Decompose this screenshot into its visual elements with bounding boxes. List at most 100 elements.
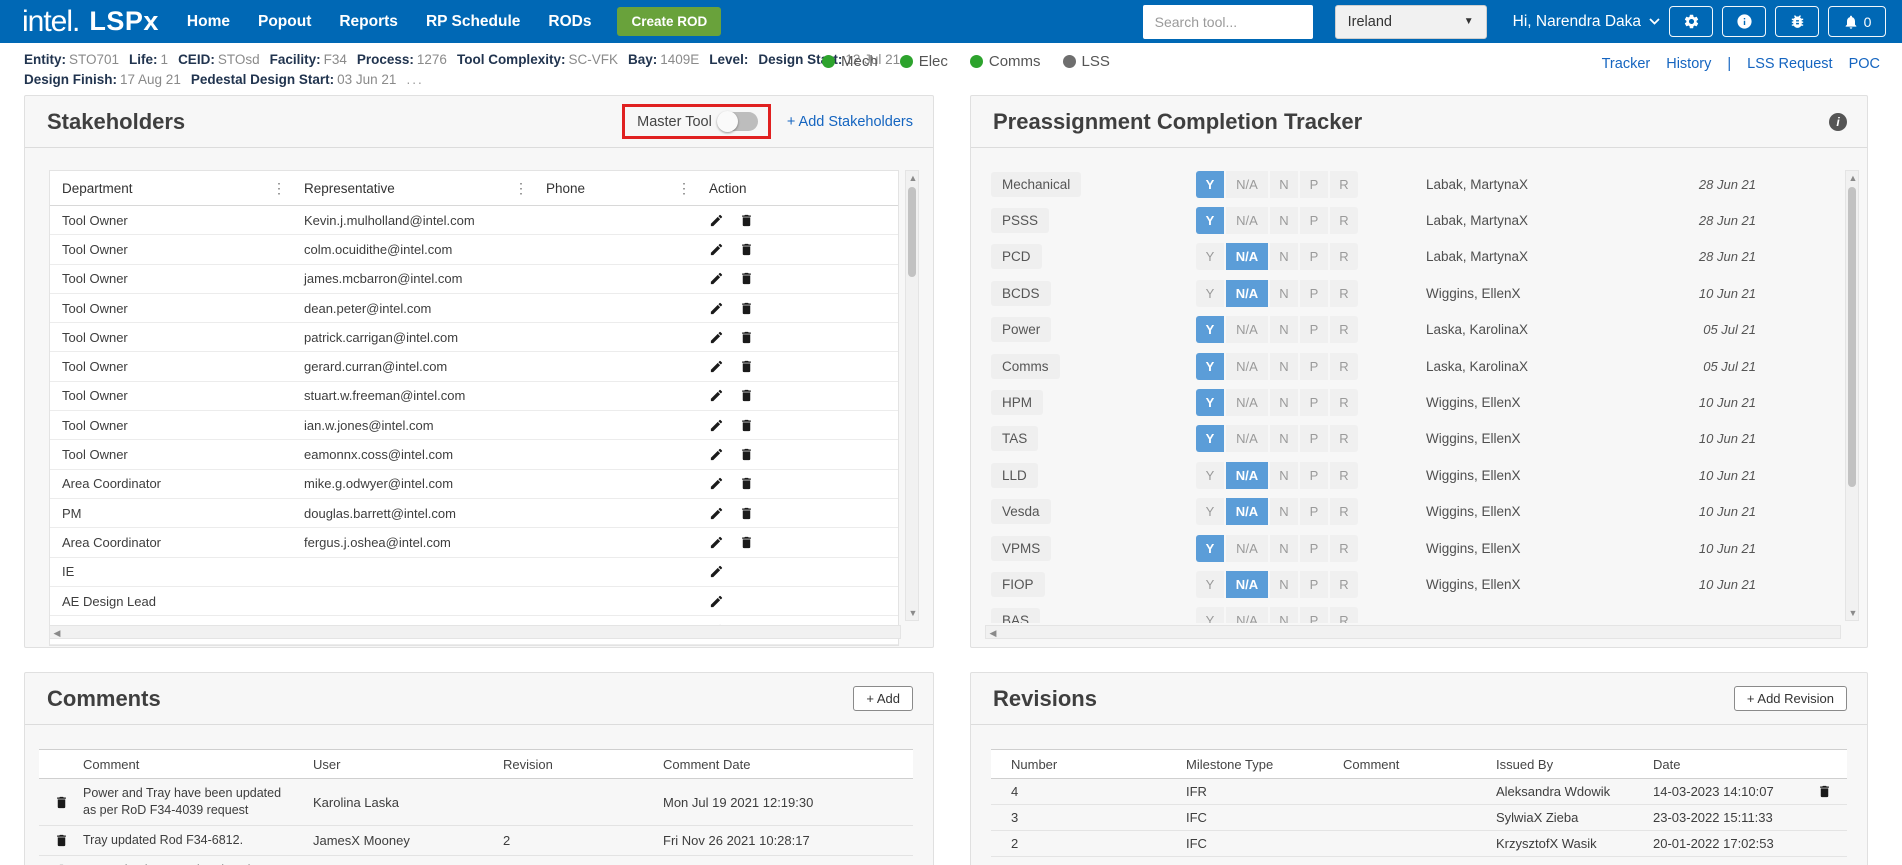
- status-option-n[interactable]: N: [1270, 535, 1298, 562]
- delete-icon[interactable]: [739, 506, 754, 521]
- status-option-r[interactable]: R: [1330, 498, 1358, 525]
- status-option-n[interactable]: N: [1270, 607, 1298, 623]
- edit-icon[interactable]: [709, 213, 724, 228]
- status-option-n-a[interactable]: N/A: [1226, 280, 1268, 307]
- status-option-y[interactable]: Y: [1196, 353, 1224, 380]
- edit-icon[interactable]: [709, 564, 724, 579]
- delete-icon[interactable]: [739, 476, 754, 491]
- scroll-up-arrow[interactable]: ▲: [906, 171, 920, 185]
- status-option-p[interactable]: P: [1300, 171, 1328, 198]
- status-option-n-a[interactable]: N/A: [1226, 607, 1268, 623]
- status-option-n-a[interactable]: N/A: [1226, 462, 1268, 489]
- status-option-y[interactable]: Y: [1196, 243, 1224, 270]
- status-option-y[interactable]: Y: [1196, 207, 1224, 234]
- column-menu-icon[interactable]: ⋮: [508, 180, 534, 197]
- status-option-p[interactable]: P: [1300, 607, 1328, 623]
- scrollbar-thumb[interactable]: [908, 187, 916, 277]
- status-option-n[interactable]: N: [1270, 280, 1298, 307]
- status-option-r[interactable]: R: [1330, 207, 1358, 234]
- info-link-tracker[interactable]: Tracker: [1602, 56, 1651, 72]
- stakeholders-horizontal-scrollbar[interactable]: ◀: [49, 625, 901, 639]
- status-option-y[interactable]: Y: [1196, 462, 1224, 489]
- edit-icon[interactable]: [709, 418, 724, 433]
- status-option-n[interactable]: N: [1270, 243, 1298, 270]
- status-option-n[interactable]: N: [1270, 498, 1298, 525]
- status-option-r[interactable]: R: [1330, 425, 1358, 452]
- info-icon[interactable]: i: [1829, 113, 1847, 131]
- status-option-r[interactable]: R: [1330, 535, 1358, 562]
- status-option-r[interactable]: R: [1330, 353, 1358, 380]
- status-option-n-a[interactable]: N/A: [1226, 498, 1268, 525]
- status-option-r[interactable]: R: [1330, 316, 1358, 343]
- status-option-n[interactable]: N: [1270, 316, 1298, 343]
- add-comment-button[interactable]: + Add: [853, 686, 913, 711]
- status-option-n-a[interactable]: N/A: [1226, 316, 1268, 343]
- info-link-lss-request[interactable]: LSS Request: [1747, 56, 1832, 72]
- scroll-up-arrow[interactable]: ▲: [1846, 171, 1860, 185]
- edit-icon[interactable]: [709, 242, 724, 257]
- status-option-n[interactable]: N: [1270, 462, 1298, 489]
- status-option-p[interactable]: P: [1300, 462, 1328, 489]
- delete-icon[interactable]: [739, 271, 754, 286]
- scroll-left-arrow[interactable]: ◀: [50, 626, 64, 640]
- create-rod-button[interactable]: Create ROD: [617, 7, 721, 36]
- scroll-down-arrow[interactable]: ▼: [906, 606, 920, 620]
- status-option-n-a[interactable]: N/A: [1226, 171, 1268, 198]
- status-option-p[interactable]: P: [1300, 425, 1328, 452]
- status-option-p[interactable]: P: [1300, 316, 1328, 343]
- info-link-poc[interactable]: POC: [1849, 56, 1880, 72]
- edit-icon[interactable]: [709, 271, 724, 286]
- nav-link-rp-schedule[interactable]: RP Schedule: [426, 13, 520, 31]
- add-stakeholders-link[interactable]: + Add Stakeholders: [787, 114, 913, 130]
- status-option-p[interactable]: P: [1300, 535, 1328, 562]
- status-option-p[interactable]: P: [1300, 353, 1328, 380]
- status-option-r[interactable]: R: [1330, 389, 1358, 416]
- edit-icon[interactable]: [709, 535, 724, 550]
- status-option-y[interactable]: Y: [1196, 607, 1224, 623]
- master-tool-toggle[interactable]: [718, 112, 758, 131]
- edit-icon[interactable]: [709, 476, 724, 491]
- status-option-r[interactable]: R: [1330, 243, 1358, 270]
- status-option-r[interactable]: R: [1330, 171, 1358, 198]
- status-option-y[interactable]: Y: [1196, 425, 1224, 452]
- delete-icon[interactable]: [739, 301, 754, 316]
- status-option-y[interactable]: Y: [1196, 535, 1224, 562]
- status-option-n[interactable]: N: [1270, 171, 1298, 198]
- delete-icon[interactable]: [739, 359, 754, 374]
- status-option-n[interactable]: N: [1270, 353, 1298, 380]
- delete-icon[interactable]: [739, 535, 754, 550]
- nav-link-home[interactable]: Home: [187, 13, 230, 31]
- status-option-p[interactable]: P: [1300, 207, 1328, 234]
- delete-icon[interactable]: [1817, 784, 1847, 799]
- status-option-y[interactable]: Y: [1196, 171, 1224, 198]
- status-option-y[interactable]: Y: [1196, 316, 1224, 343]
- nav-link-rods[interactable]: RODs: [548, 13, 591, 31]
- info-expand-ellipsis[interactable]: ...: [406, 72, 423, 87]
- notifications-button[interactable]: 0: [1828, 6, 1886, 37]
- edit-icon[interactable]: [709, 506, 724, 521]
- status-option-n-a[interactable]: N/A: [1226, 207, 1268, 234]
- edit-icon[interactable]: [709, 359, 724, 374]
- settings-button[interactable]: [1669, 6, 1713, 37]
- status-option-n-a[interactable]: N/A: [1226, 389, 1268, 416]
- edit-icon[interactable]: [709, 330, 724, 345]
- status-option-n-a[interactable]: N/A: [1226, 243, 1268, 270]
- status-option-n-a[interactable]: N/A: [1226, 535, 1268, 562]
- status-option-y[interactable]: Y: [1196, 280, 1224, 307]
- info-link-history[interactable]: History: [1666, 56, 1711, 72]
- delete-icon[interactable]: [39, 833, 83, 848]
- tracker-vertical-scrollbar[interactable]: ▲ ▼: [1845, 170, 1859, 621]
- status-option-n-a[interactable]: N/A: [1226, 571, 1268, 598]
- delete-icon[interactable]: [739, 418, 754, 433]
- status-option-n-a[interactable]: N/A: [1226, 353, 1268, 380]
- delete-icon[interactable]: [739, 447, 754, 462]
- tracker-horizontal-scrollbar[interactable]: ◀: [985, 625, 1841, 639]
- delete-icon[interactable]: [739, 388, 754, 403]
- status-option-n[interactable]: N: [1270, 425, 1298, 452]
- nav-link-reports[interactable]: Reports: [339, 13, 398, 31]
- user-greeting[interactable]: Hi, Narendra Daka: [1513, 13, 1660, 31]
- delete-icon[interactable]: [739, 242, 754, 257]
- edit-icon[interactable]: [709, 388, 724, 403]
- status-option-p[interactable]: P: [1300, 243, 1328, 270]
- status-option-p[interactable]: P: [1300, 498, 1328, 525]
